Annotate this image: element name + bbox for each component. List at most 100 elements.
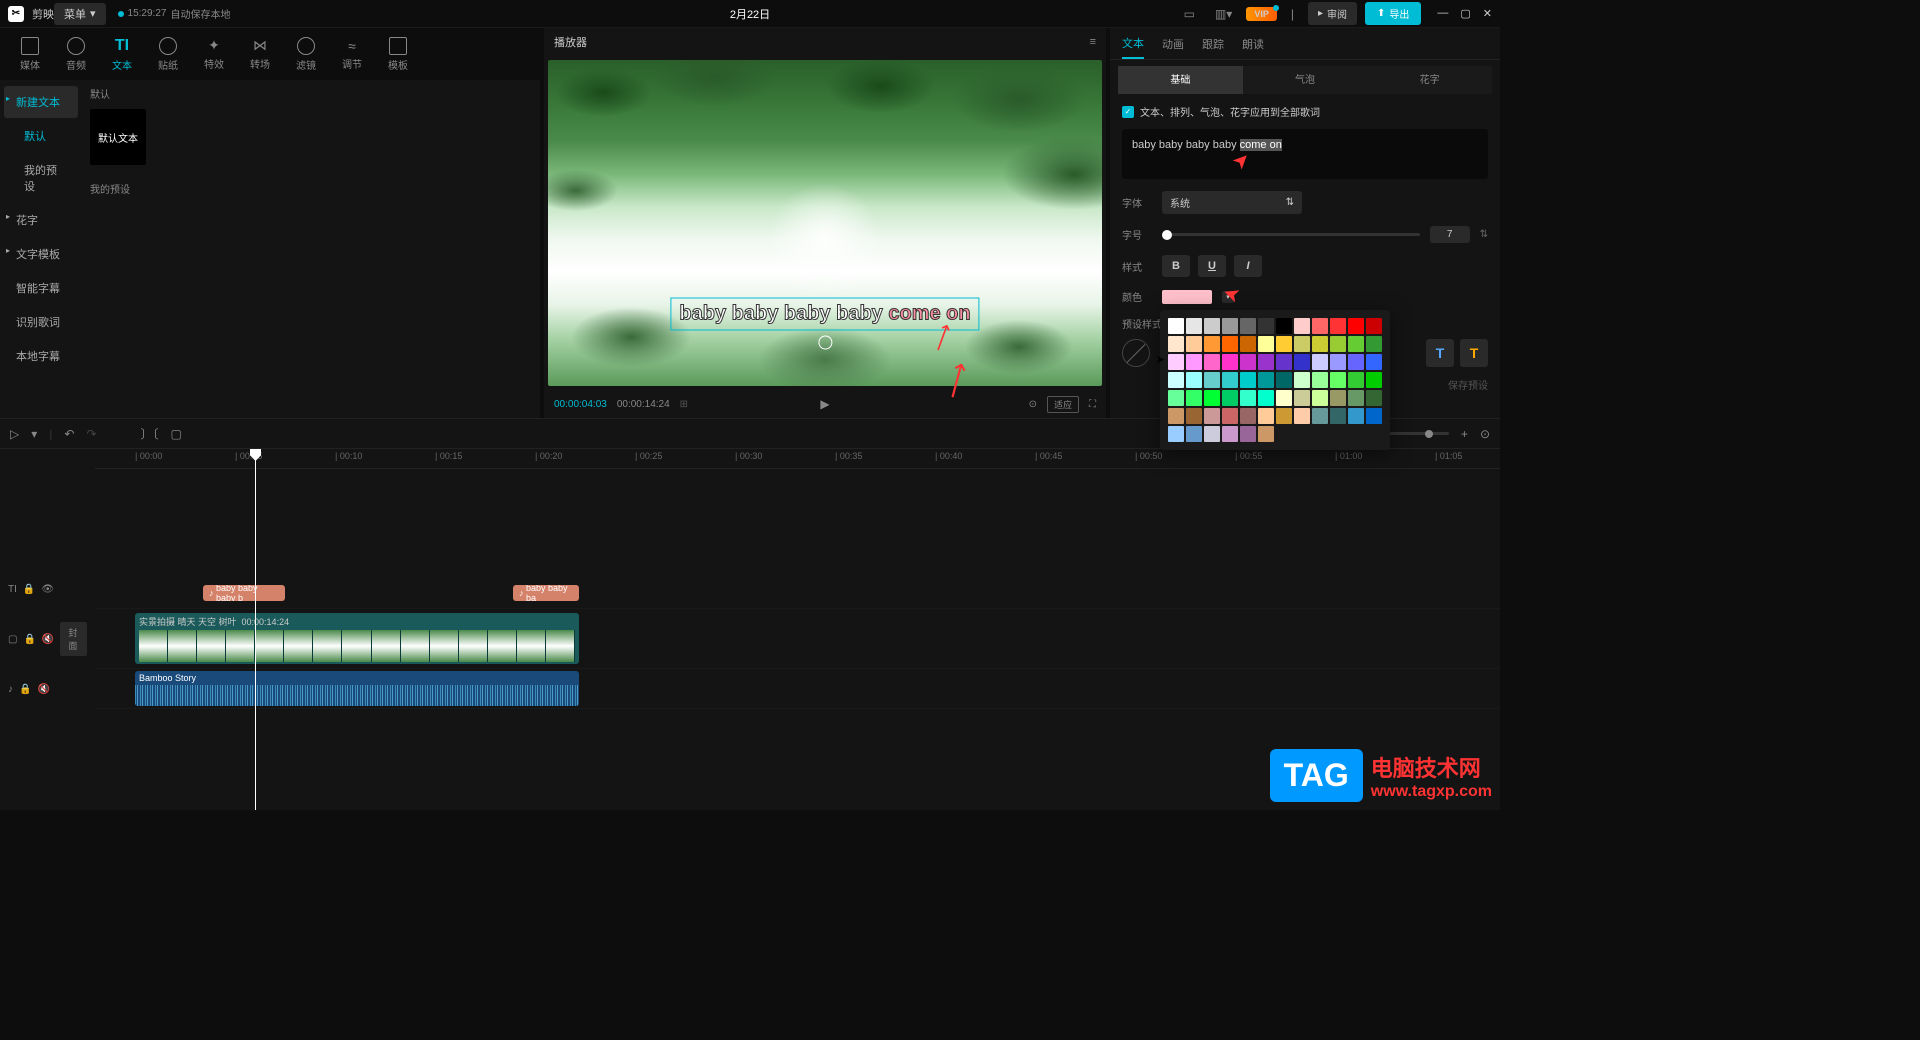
color-cell[interactable]: [1168, 426, 1184, 442]
color-cell[interactable]: [1276, 318, 1292, 334]
color-dropdown-button[interactable]: ▾: [1222, 291, 1234, 303]
color-cell[interactable]: [1168, 372, 1184, 388]
color-cell[interactable]: [1276, 408, 1292, 424]
sidebar-smart-subtitle[interactable]: 智能字幕: [4, 272, 78, 304]
bold-button[interactable]: B: [1162, 255, 1190, 277]
subtab-huazi[interactable]: 花字: [1367, 66, 1492, 94]
layout-icon[interactable]: ▭: [1178, 3, 1201, 25]
color-cell[interactable]: [1294, 354, 1310, 370]
color-cell[interactable]: [1276, 390, 1292, 406]
sidebar-huazi[interactable]: 花字: [4, 204, 78, 236]
menu-button[interactable]: 菜单 ▾: [54, 3, 106, 25]
color-cell[interactable]: [1276, 372, 1292, 388]
right-tab-animation[interactable]: 动画: [1162, 30, 1184, 58]
stepper-icon[interactable]: ⇅: [1480, 229, 1488, 240]
rotate-handle-icon[interactable]: [818, 336, 832, 350]
color-cell[interactable]: [1258, 318, 1274, 334]
color-cell[interactable]: [1222, 390, 1238, 406]
color-cell[interactable]: [1204, 318, 1220, 334]
color-cell[interactable]: [1204, 408, 1220, 424]
minimize-icon[interactable]: —: [1437, 7, 1448, 20]
zoom-fit-icon[interactable]: ⊙: [1480, 427, 1490, 441]
size-input[interactable]: 7: [1430, 226, 1470, 243]
color-cell[interactable]: [1312, 336, 1328, 352]
color-cell[interactable]: [1222, 372, 1238, 388]
color-cell[interactable]: [1240, 372, 1256, 388]
color-cell[interactable]: [1258, 390, 1274, 406]
fullscreen-icon[interactable]: ⛶: [1089, 399, 1096, 410]
color-cell[interactable]: [1258, 372, 1274, 388]
color-cell[interactable]: [1276, 354, 1292, 370]
audio-clip[interactable]: Bamboo Story: [135, 671, 579, 706]
color-cell[interactable]: [1348, 336, 1364, 352]
tool-dropdown[interactable]: ▾: [31, 427, 37, 441]
color-cell[interactable]: [1348, 408, 1364, 424]
playhead[interactable]: [255, 449, 256, 810]
color-cell[interactable]: [1240, 354, 1256, 370]
cover-button[interactable]: 封面: [60, 622, 87, 656]
play-button[interactable]: ▶: [820, 397, 829, 411]
color-cell[interactable]: [1240, 390, 1256, 406]
tab-effect[interactable]: ✦特效: [192, 31, 236, 77]
export-button[interactable]: ⬆ 导出: [1365, 2, 1421, 25]
color-cell[interactable]: [1294, 408, 1310, 424]
right-tab-text[interactable]: 文本: [1122, 29, 1144, 59]
color-cell[interactable]: [1204, 336, 1220, 352]
color-cell[interactable]: [1222, 408, 1238, 424]
color-cell[interactable]: [1258, 336, 1274, 352]
color-cell[interactable]: [1186, 408, 1202, 424]
text-clip-1[interactable]: ♪ baby baby baby b: [203, 585, 285, 601]
color-cell[interactable]: [1222, 354, 1238, 370]
right-tab-read[interactable]: 朗读: [1242, 30, 1264, 58]
sidebar-default[interactable]: 默认: [4, 120, 78, 152]
timeline-ruler[interactable]: | 00:00| 00:05| 00:10| 00:15| 00:20| 00:…: [95, 449, 1500, 469]
zoom-thumb[interactable]: [1425, 430, 1433, 438]
color-cell[interactable]: [1330, 390, 1346, 406]
color-cell[interactable]: [1204, 354, 1220, 370]
tab-audio[interactable]: 音频: [54, 31, 98, 78]
text-content-input[interactable]: baby baby baby baby come on: [1122, 129, 1488, 179]
vip-badge[interactable]: VIP: [1246, 7, 1277, 21]
color-cell[interactable]: [1168, 390, 1184, 406]
color-cell[interactable]: [1240, 318, 1256, 334]
size-slider[interactable]: [1162, 233, 1420, 236]
color-cell[interactable]: [1204, 426, 1220, 442]
preset-default-text[interactable]: 默认文本: [90, 109, 146, 165]
color-cell[interactable]: [1186, 318, 1202, 334]
preset-t1[interactable]: T: [1426, 339, 1454, 367]
audio-track[interactable]: Bamboo Story: [95, 669, 1500, 709]
color-cell[interactable]: [1366, 318, 1382, 334]
sidebar-new-text[interactable]: 新建文本: [4, 86, 78, 118]
color-cell[interactable]: [1330, 318, 1346, 334]
sidebar-my-preset[interactable]: 我的预设: [4, 154, 78, 202]
text-track[interactable]: ♪ baby baby baby b ♪ baby baby ba: [95, 569, 1500, 609]
color-cell[interactable]: [1366, 354, 1382, 370]
subtab-basic[interactable]: 基础: [1118, 66, 1243, 94]
color-cell[interactable]: [1186, 336, 1202, 352]
color-cell[interactable]: [1294, 372, 1310, 388]
mute-icon[interactable]: 🔇: [37, 684, 49, 695]
color-cell[interactable]: [1186, 390, 1202, 406]
zoom-in-icon[interactable]: +: [1461, 427, 1468, 441]
preset-t2[interactable]: T: [1460, 339, 1488, 367]
right-tab-track[interactable]: 跟踪: [1202, 30, 1224, 58]
color-cell[interactable]: [1222, 426, 1238, 442]
color-cell[interactable]: [1294, 336, 1310, 352]
close-icon[interactable]: ✕: [1483, 7, 1492, 20]
color-cell[interactable]: [1258, 408, 1274, 424]
italic-button[interactable]: I: [1234, 255, 1262, 277]
color-cell[interactable]: [1240, 408, 1256, 424]
font-select[interactable]: 系统 ⇅: [1162, 191, 1302, 214]
color-cell[interactable]: [1348, 372, 1364, 388]
subtab-bubble[interactable]: 气泡: [1243, 66, 1368, 94]
color-cell[interactable]: [1186, 354, 1202, 370]
underline-button[interactable]: U: [1198, 255, 1226, 277]
review-button[interactable]: ▸ 审阅: [1308, 2, 1357, 25]
color-cell[interactable]: [1168, 354, 1184, 370]
color-cell[interactable]: [1240, 426, 1256, 442]
color-cell[interactable]: [1240, 336, 1256, 352]
select-tool[interactable]: ▷: [10, 427, 19, 441]
color-cell[interactable]: [1366, 336, 1382, 352]
sidebar-lyrics[interactable]: 识别歌词: [4, 306, 78, 338]
panel-icon[interactable]: ▥▾: [1209, 3, 1238, 25]
